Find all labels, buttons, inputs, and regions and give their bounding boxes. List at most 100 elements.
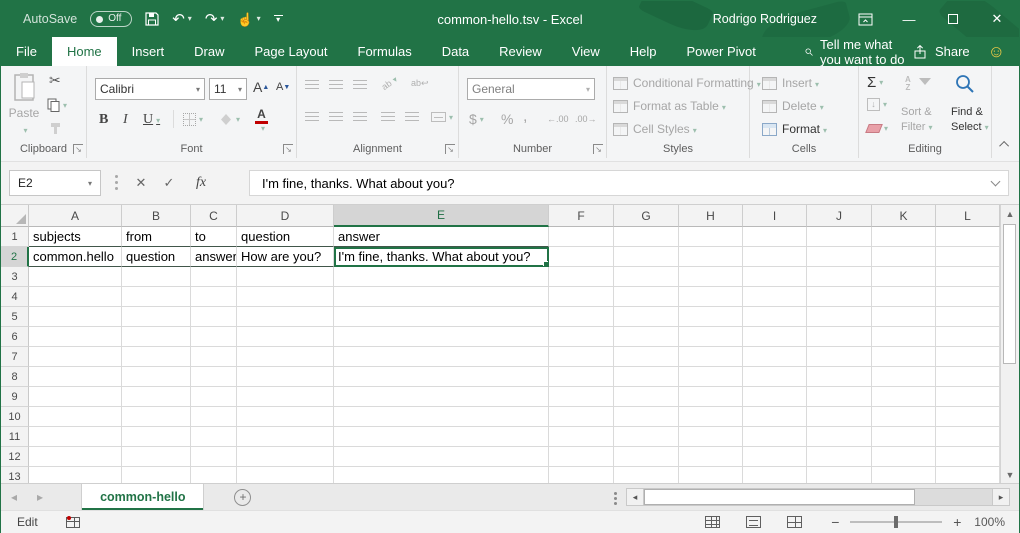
cell-F3[interactable]	[549, 267, 614, 287]
insert-cells-button[interactable]: Insert	[762, 76, 819, 90]
delete-cells-button[interactable]: Delete	[762, 99, 824, 113]
cell-A3[interactable]	[29, 267, 122, 287]
cell-G3[interactable]	[614, 267, 679, 287]
cell-H3[interactable]	[679, 267, 743, 287]
cell-C11[interactable]	[191, 427, 237, 447]
increase-decimal-button[interactable]: ←.00	[547, 114, 569, 124]
cell-B13[interactable]	[122, 467, 191, 483]
cell-A10[interactable]	[29, 407, 122, 427]
user-name[interactable]: Rodrigo Rodriguez	[713, 12, 817, 26]
cell-styles-button[interactable]: Cell Styles	[613, 122, 697, 136]
cell-I12[interactable]	[743, 447, 807, 467]
cell-H9[interactable]	[679, 387, 743, 407]
cell-C13[interactable]	[191, 467, 237, 483]
cell-I9[interactable]	[743, 387, 807, 407]
cell-G10[interactable]	[614, 407, 679, 427]
cell-L6[interactable]	[936, 327, 1000, 347]
zoom-out-button[interactable]: −	[828, 514, 842, 530]
cell-L3[interactable]	[936, 267, 1000, 287]
accounting-format-button[interactable]: $	[469, 111, 484, 127]
page-layout-view-button[interactable]	[746, 516, 761, 528]
tab-view[interactable]: View	[557, 37, 615, 66]
row-header-3[interactable]: 3	[1, 267, 29, 287]
zoom-level[interactable]: 100%	[974, 515, 1005, 529]
horizontal-scrollbar[interactable]: ◂ ▸	[626, 488, 1010, 506]
scroll-right-icon[interactable]: ▸	[992, 488, 1010, 506]
cell-F13[interactable]	[549, 467, 614, 483]
cell-B11[interactable]	[122, 427, 191, 447]
cell-L13[interactable]	[936, 467, 1000, 483]
cell-E4[interactable]	[334, 287, 549, 307]
cell-J10[interactable]	[807, 407, 872, 427]
cell-E6[interactable]	[334, 327, 549, 347]
sort-filter-button-2[interactable]: Filter	[901, 121, 932, 133]
cell-J5[interactable]	[807, 307, 872, 327]
cell-H12[interactable]	[679, 447, 743, 467]
conditional-formatting-button[interactable]: Conditional Formatting	[613, 76, 761, 90]
feedback-smiley-icon[interactable]: ☺	[988, 43, 1005, 60]
row-header-9[interactable]: 9	[1, 387, 29, 407]
alignment-dialog-launcher-icon[interactable]	[445, 144, 455, 154]
row-header-11[interactable]: 11	[1, 427, 29, 447]
cell-A12[interactable]	[29, 447, 122, 467]
merge-center-button[interactable]	[431, 112, 453, 122]
cell-L8[interactable]	[936, 367, 1000, 387]
tab-page-layout[interactable]: Page Layout	[240, 37, 343, 66]
tab-review[interactable]: Review	[484, 37, 557, 66]
cell-C9[interactable]	[191, 387, 237, 407]
cell-K3[interactable]	[872, 267, 936, 287]
cell-C3[interactable]	[191, 267, 237, 287]
cell-L1[interactable]	[936, 227, 1000, 247]
cell-E9[interactable]	[334, 387, 549, 407]
decrease-indent-button[interactable]	[381, 112, 395, 122]
tab-file[interactable]: File	[1, 37, 52, 66]
cell-D7[interactable]	[237, 347, 334, 367]
font-family-select[interactable]: Calibri▾	[95, 78, 205, 100]
cell-G9[interactable]	[614, 387, 679, 407]
cell-J12[interactable]	[807, 447, 872, 467]
tab-insert[interactable]: Insert	[117, 37, 180, 66]
cell-A9[interactable]	[29, 387, 122, 407]
tell-me-box[interactable]: Tell me what you want to do	[805, 37, 913, 66]
cell-A7[interactable]	[29, 347, 122, 367]
row-header-8[interactable]: 8	[1, 367, 29, 387]
cell-E8[interactable]	[334, 367, 549, 387]
cell-E2[interactable]: I'm fine, thanks. What about you?	[334, 247, 549, 267]
column-header-E[interactable]: E	[334, 205, 549, 227]
sheet-nav-left-icon[interactable]: ◂	[1, 484, 27, 510]
row-header-6[interactable]: 6	[1, 327, 29, 347]
cut-button[interactable]: ✂	[49, 72, 61, 89]
cell-D13[interactable]	[237, 467, 334, 483]
share-button[interactable]: Share	[913, 37, 970, 66]
cell-E11[interactable]	[334, 427, 549, 447]
cell-H13[interactable]	[679, 467, 743, 483]
tab-data[interactable]: Data	[427, 37, 484, 66]
orientation-button[interactable]: ab	[380, 74, 400, 92]
cell-K9[interactable]	[872, 387, 936, 407]
align-right-button[interactable]	[353, 112, 367, 122]
cell-F11[interactable]	[549, 427, 614, 447]
cell-B10[interactable]	[122, 407, 191, 427]
ribbon-display-options-button[interactable]	[843, 1, 887, 37]
tab-power-pivot[interactable]: Power Pivot	[672, 37, 771, 66]
cell-E5[interactable]	[334, 307, 549, 327]
row-header-12[interactable]: 12	[1, 447, 29, 467]
paste-dropdown-icon[interactable]	[20, 120, 27, 138]
undo-button[interactable]: ↶	[172, 12, 192, 27]
cell-I11[interactable]	[743, 427, 807, 447]
cell-I3[interactable]	[743, 267, 807, 287]
find-select-label-2-wrap[interactable]: Select	[951, 121, 989, 133]
borders-button[interactable]	[183, 113, 203, 126]
cell-K4[interactable]	[872, 287, 936, 307]
cell-C4[interactable]	[191, 287, 237, 307]
tab-draw[interactable]: Draw	[179, 37, 239, 66]
name-box[interactable]: E2▾	[9, 170, 101, 196]
maximize-button[interactable]	[931, 1, 975, 37]
cell-K6[interactable]	[872, 327, 936, 347]
cell-B3[interactable]	[122, 267, 191, 287]
cell-A4[interactable]	[29, 287, 122, 307]
tab-formulas[interactable]: Formulas	[343, 37, 427, 66]
decrease-decimal-button[interactable]: .00→	[575, 114, 597, 124]
cell-J9[interactable]	[807, 387, 872, 407]
cell-H10[interactable]	[679, 407, 743, 427]
